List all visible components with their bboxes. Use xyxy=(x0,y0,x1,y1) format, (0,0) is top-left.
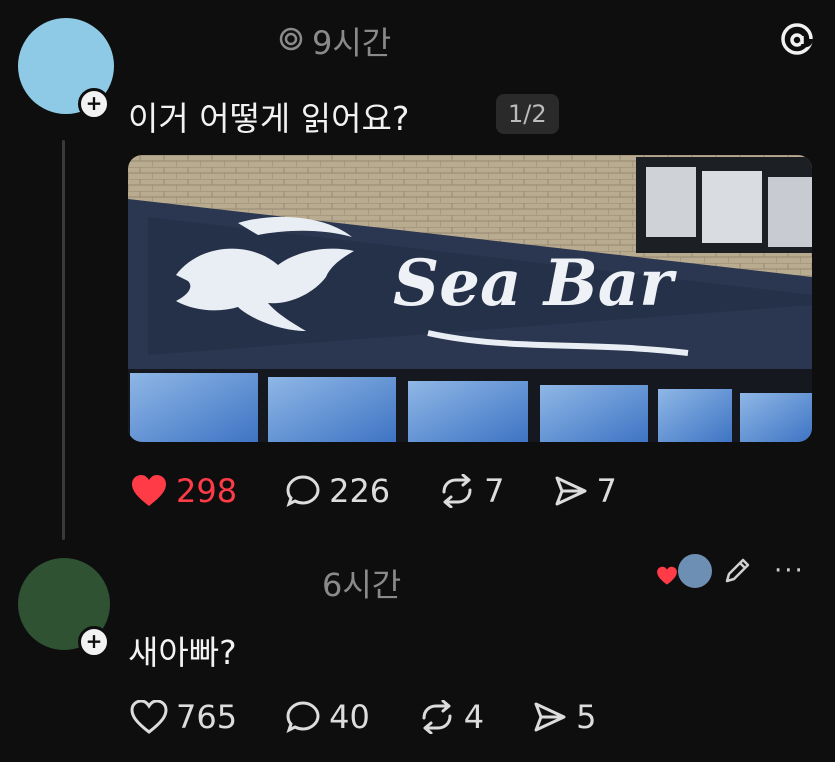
send-icon xyxy=(553,474,589,508)
sign-text: Sea Bar xyxy=(393,246,677,321)
reply-text: 새아빠? xyxy=(128,633,237,672)
post-timestamp: 9시간 xyxy=(278,18,391,64)
repost-count: 7 xyxy=(484,472,505,510)
reply-repost-button[interactable]: 4 xyxy=(418,698,484,736)
image-pager: 1/2 xyxy=(496,94,559,134)
fediverse-icon xyxy=(278,22,304,60)
heart-small-icon xyxy=(656,566,678,590)
comment-count: 226 xyxy=(329,472,391,510)
reply-share-count: 5 xyxy=(576,698,597,736)
post-text: 이거 어떻게 읽어요? xyxy=(128,99,410,138)
more-icon[interactable]: ··· xyxy=(774,556,805,586)
reply-comment-count: 40 xyxy=(329,698,370,736)
author-avatar xyxy=(676,552,714,590)
comment-button[interactable]: 226 xyxy=(285,472,390,510)
thread-line xyxy=(62,140,65,540)
post-time-text: 9시간 xyxy=(312,24,392,62)
follow-badge[interactable]: + xyxy=(78,88,110,120)
heart-filled-icon xyxy=(130,474,168,508)
reply-like-button[interactable]: 765 xyxy=(130,698,237,736)
repost-button[interactable]: 7 xyxy=(438,472,505,510)
repost-icon xyxy=(418,700,456,734)
reply-comment-button[interactable]: 40 xyxy=(285,698,370,736)
reply-time-text: 6시간 xyxy=(322,566,402,604)
share-count: 7 xyxy=(596,472,617,510)
reply-repost-count: 4 xyxy=(463,698,485,736)
follow-badge-reply[interactable]: + xyxy=(78,626,110,658)
post-image[interactable]: Sea Bar xyxy=(128,155,812,442)
reply-actions: 765 40 4 5 xyxy=(130,698,645,736)
share-button[interactable]: 7 xyxy=(553,472,617,510)
comment-icon xyxy=(285,474,321,508)
post-actions: 298 226 7 7 xyxy=(130,472,665,510)
comment-icon xyxy=(285,700,321,734)
reply-like-count: 765 xyxy=(176,698,238,736)
heart-icon xyxy=(130,700,168,734)
repost-icon xyxy=(438,474,476,508)
reply-share-button[interactable]: 5 xyxy=(532,698,597,736)
reply-timestamp: 6시간 xyxy=(322,560,401,606)
send-icon xyxy=(532,700,568,734)
threads-logo-icon[interactable] xyxy=(780,22,814,60)
like-button[interactable]: 298 xyxy=(130,472,237,510)
like-count: 298 xyxy=(176,472,238,510)
author-liked-indicator xyxy=(656,552,714,592)
pencil-icon[interactable] xyxy=(722,556,752,590)
